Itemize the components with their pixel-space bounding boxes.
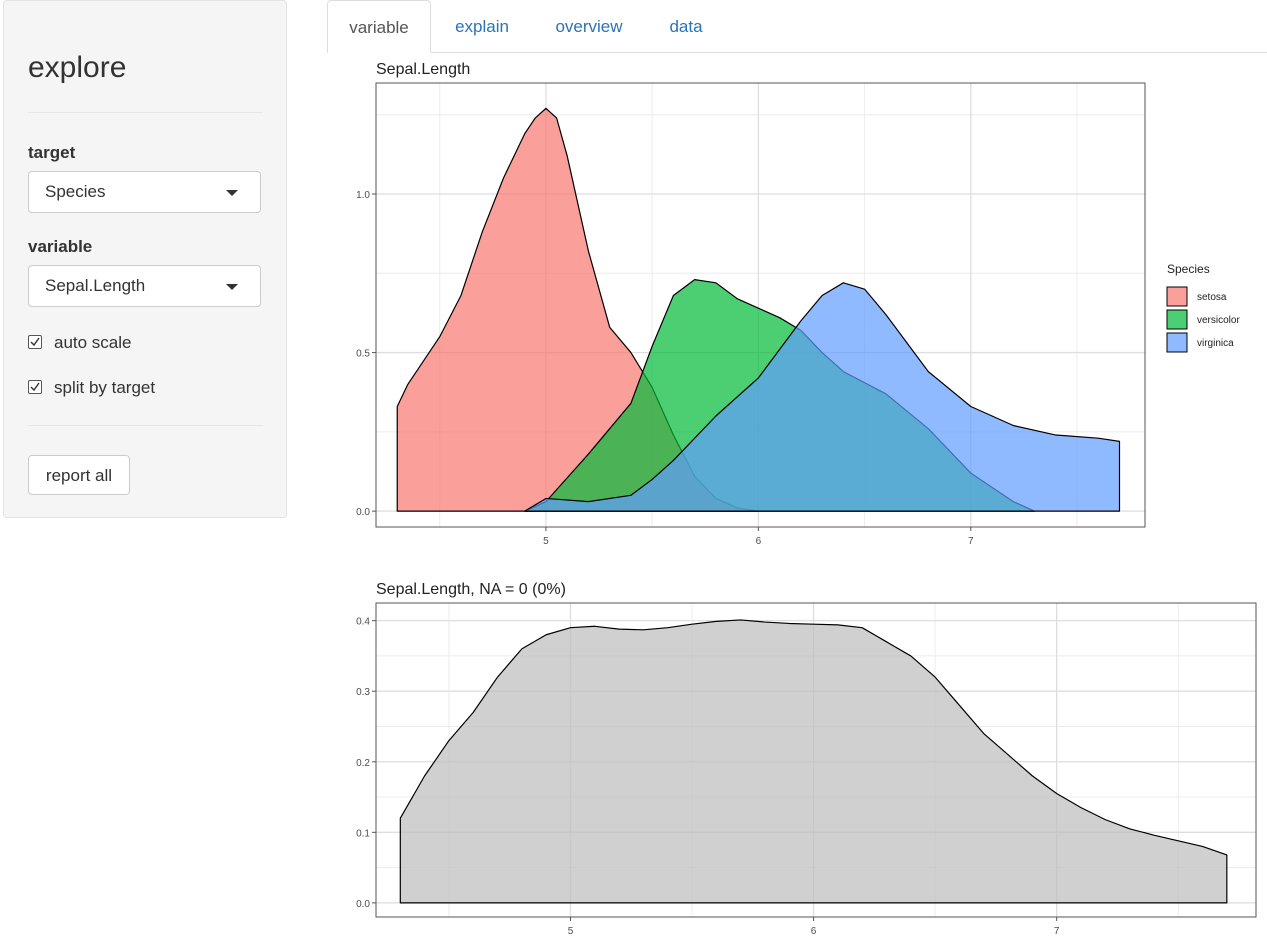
density-overall-chart: Sepal.Length, NA = 0 (0%) 5 6 7 0.0 0.1 0.2 0.3… [356, 581, 1257, 937]
legend-label-virginica: virginica [1197, 338, 1234, 349]
split-by-target-checkbox[interactable] [28, 380, 42, 394]
target-label: target [28, 143, 76, 162]
x-tick-label: 6 [756, 536, 762, 547]
target-select[interactable]: Species [28, 171, 261, 213]
variable-label: variable [28, 237, 93, 256]
chart-title: Sepal.Length, NA = 0 (0%) [376, 581, 566, 598]
check-icon [30, 382, 40, 392]
x-tick-label: 6 [811, 926, 817, 937]
chart-title: Sepal.Length [376, 61, 470, 78]
tab-explain[interactable]: explain [431, 0, 533, 53]
legend-key-setosa [1166, 286, 1188, 307]
tab-variable[interactable]: variable [327, 0, 431, 53]
legend-key-versicolor [1166, 309, 1188, 330]
y-tick-label: 0.0 [356, 899, 370, 910]
target-select-value: Species [45, 182, 106, 201]
y-tick-label: 0.0 [356, 507, 370, 518]
legend-title: Species [1167, 262, 1210, 276]
divider [28, 112, 263, 113]
tab-data[interactable]: data [645, 0, 727, 53]
x-tick-label: 5 [568, 926, 574, 937]
x-tick-label: 5 [543, 536, 549, 547]
sidebar-panel: explore target Species variable Sepal.Le… [3, 0, 287, 518]
split-by-target-label: split by target [54, 378, 156, 397]
check-icon [30, 337, 40, 347]
legend-key-virginica [1166, 332, 1188, 353]
x-tick-label: 7 [1054, 926, 1060, 937]
y-tick-label: 0.1 [356, 828, 370, 839]
x-tick-label: 7 [968, 536, 974, 547]
app-title: explore [28, 51, 127, 84]
tab-overview[interactable]: overview [533, 0, 645, 53]
caret-down-icon [226, 284, 238, 290]
y-tick-label: 0.5 [356, 349, 370, 360]
y-tick-label: 0.2 [356, 758, 370, 769]
variable-select-value: Sepal.Length [45, 276, 146, 295]
legend-label-setosa: setosa [1197, 292, 1227, 303]
y-tick-label: 1.0 [356, 190, 370, 201]
tab-bar: variable explain overview data [327, 0, 1267, 53]
report-all-button[interactable]: report all [28, 455, 130, 495]
auto-scale-label: auto scale [54, 333, 132, 352]
divider [28, 425, 263, 426]
caret-down-icon [226, 190, 238, 196]
density-by-species-chart: Sepal.Length 5 6 7 0.0 0.5 1.0 Species setosa ver… [356, 61, 1240, 547]
auto-scale-checkbox[interactable] [28, 335, 42, 349]
y-tick-label: 0.4 [356, 617, 370, 628]
legend-label-versicolor: versicolor [1197, 315, 1240, 326]
variable-select[interactable]: Sepal.Length [28, 265, 261, 307]
y-tick-label: 0.3 [356, 687, 370, 698]
